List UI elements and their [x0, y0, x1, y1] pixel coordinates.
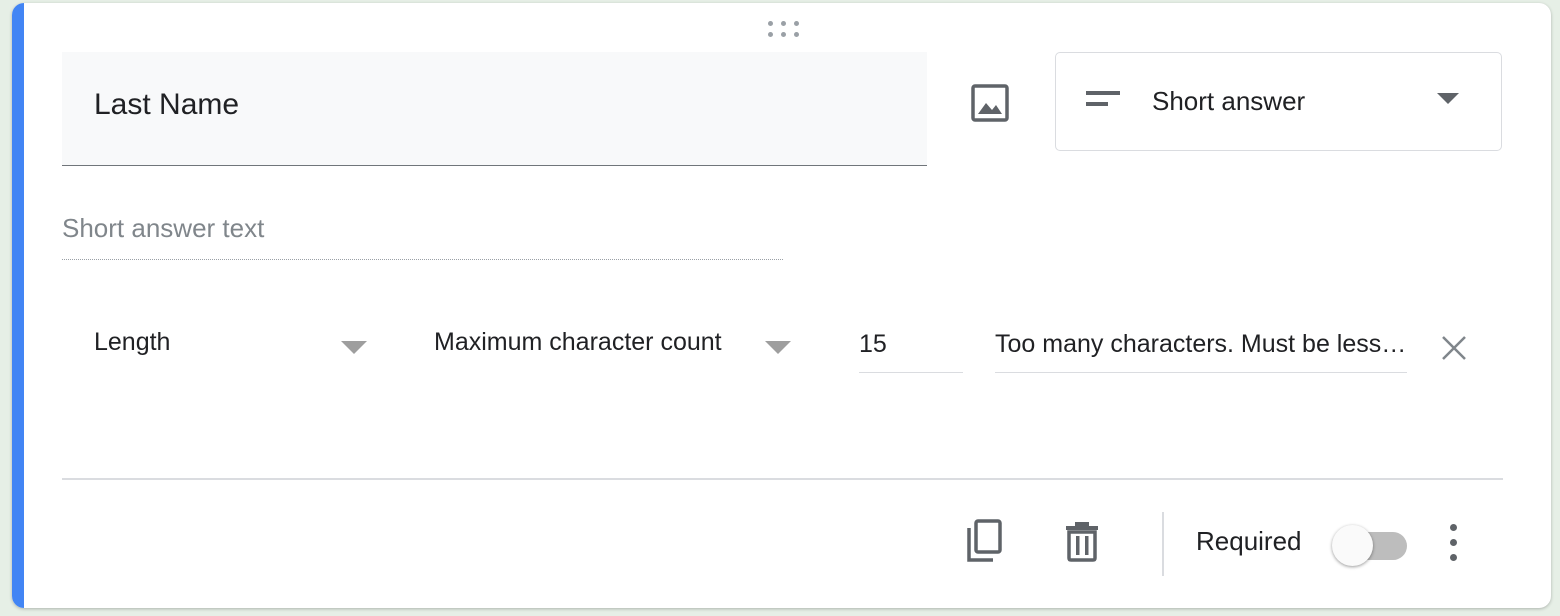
close-icon [1442, 336, 1466, 360]
custom-error-text-input[interactable]: Too many characters. Must be less than 1… [995, 323, 1407, 373]
chevron-down-icon [765, 341, 791, 354]
footer-separator [1162, 512, 1164, 576]
chevron-down-icon [341, 341, 367, 354]
footer-divider [62, 478, 1503, 480]
custom-error-text-value: Too many characters. Must be less than 1… [995, 330, 1407, 358]
copy-icon [967, 519, 1002, 562]
validation-type-dropdown[interactable]: Length [82, 311, 382, 379]
required-toggle[interactable] [1332, 525, 1408, 567]
validation-type-label: Length [94, 328, 171, 356]
question-type-dropdown[interactable]: Short answer [1055, 52, 1502, 151]
duplicate-button[interactable] [965, 518, 1005, 564]
image-icon [971, 84, 1009, 122]
add-image-button[interactable] [967, 78, 1015, 126]
short-text-icon [1086, 91, 1120, 106]
toggle-knob [1332, 525, 1373, 566]
validation-rule-dropdown[interactable]: Maximum character count [422, 311, 822, 379]
drag-handle-icon[interactable] [766, 19, 802, 39]
short-answer-preview: Short answer text [62, 208, 783, 260]
question-card[interactable]: Last Name Short answer Short answer text… [12, 3, 1551, 608]
more-options-button[interactable] [1442, 521, 1466, 565]
required-label: Required [1196, 526, 1302, 556]
trash-icon [1066, 522, 1098, 562]
question-title-input[interactable]: Last Name [62, 52, 927, 166]
delete-button[interactable] [1064, 520, 1100, 562]
short-answer-placeholder: Short answer text [62, 213, 265, 243]
remove-validation-button[interactable] [1437, 331, 1471, 365]
validation-rule-label: Maximum character count [434, 328, 722, 356]
question-title-text: Last Name [94, 88, 240, 121]
character-count-input[interactable]: 15 [859, 323, 963, 373]
question-type-label: Short answer [1152, 86, 1306, 116]
chevron-down-icon [1437, 93, 1459, 104]
active-card-accent [12, 3, 24, 608]
character-count-value: 15 [859, 330, 887, 358]
